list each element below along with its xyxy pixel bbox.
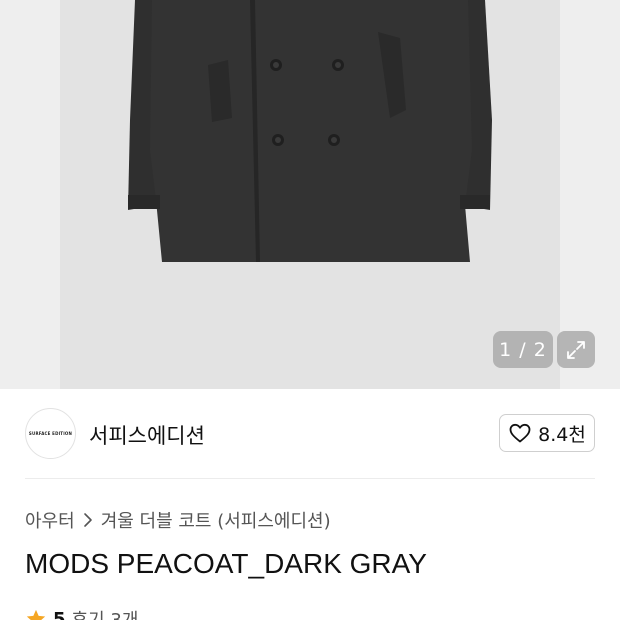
star-icon [26, 609, 46, 620]
brand-row: SURFACE EDITION 서피스에디션 8.4천 [0, 389, 620, 479]
breadcrumb-subcategory[interactable]: 겨울 더블 코트 (서피스에디션) [101, 507, 331, 533]
brand-logo-text: SURFACE EDITION [28, 431, 73, 436]
rating-row[interactable]: 5 후기 3개 [25, 606, 138, 620]
image-pager: 1 / 2 [493, 331, 553, 368]
product-image-gallery[interactable]: 1 / 2 [0, 0, 620, 389]
review-count[interactable]: 후기 3개 [72, 606, 139, 620]
divider [25, 478, 595, 479]
heart-outline-icon [509, 423, 531, 443]
like-button[interactable]: 8.4천 [499, 414, 595, 452]
breadcrumb: 아우터 겨울 더블 코트 (서피스에디션) [25, 507, 331, 533]
like-count: 8.4천 [538, 423, 586, 446]
rating-score: 5 [53, 608, 66, 620]
coat-image [128, 0, 492, 262]
expand-icon [567, 340, 585, 359]
expand-button[interactable] [557, 331, 595, 368]
product-photo[interactable] [60, 0, 560, 389]
brand-name[interactable]: 서피스에디션 [89, 420, 205, 450]
product-title: MODS PEACOAT_DARK GRAY [25, 548, 427, 579]
brand-logo[interactable]: SURFACE EDITION [25, 408, 76, 459]
breadcrumb-category[interactable]: 아우터 [25, 507, 75, 533]
chevron-right-icon [83, 513, 92, 527]
